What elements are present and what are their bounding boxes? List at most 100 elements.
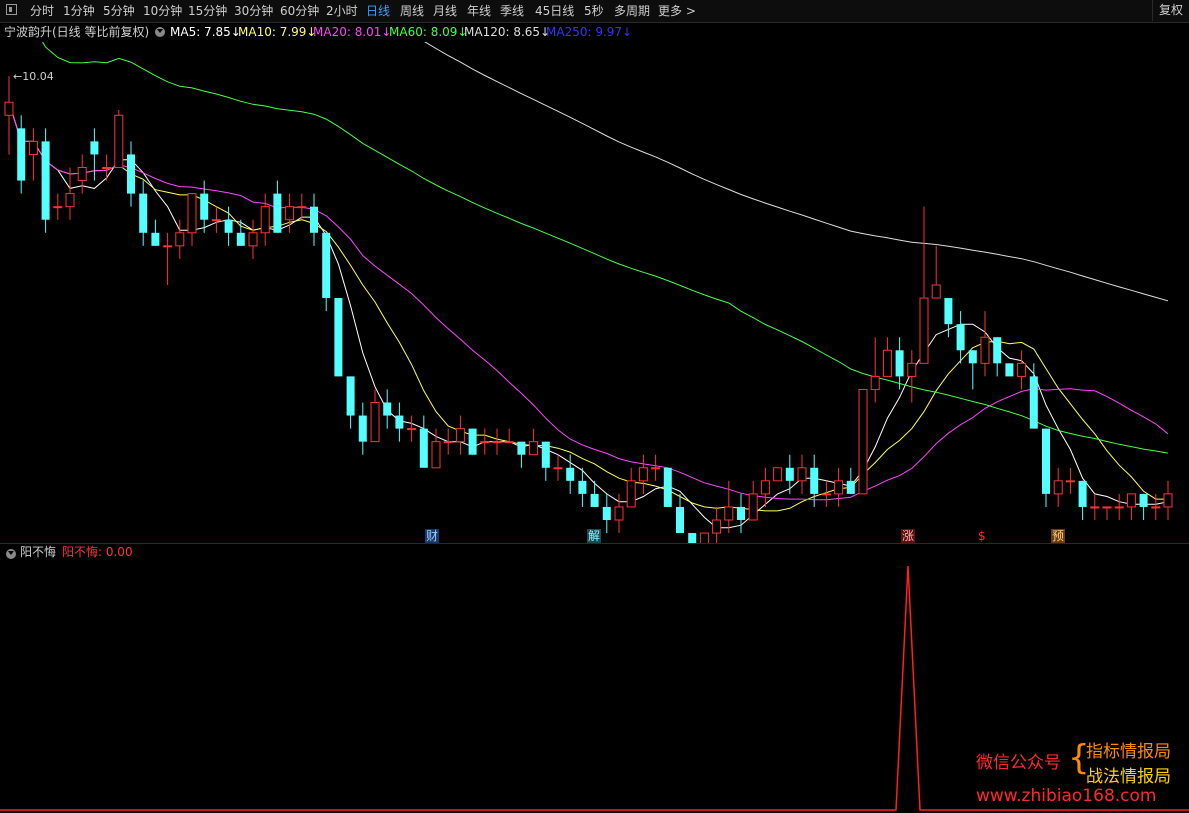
- ma-line-ma20: [8, 102, 1169, 501]
- candle: [968, 350, 977, 390]
- watermark-brand1: 指标情报局: [1086, 742, 1171, 762]
- period-tab-13[interactable]: 45日线: [535, 3, 574, 19]
- period-tab-3[interactable]: 10分钟: [143, 3, 182, 19]
- period-tab-7[interactable]: 2小时: [326, 3, 358, 19]
- candle: [114, 110, 124, 168]
- high-price-label: ←10.04: [13, 70, 54, 83]
- candle: [1029, 363, 1038, 429]
- candle: [895, 337, 904, 390]
- candle: [737, 493, 745, 534]
- candle: [358, 402, 367, 455]
- indicator-value: 阳不悔: 0.00: [62, 545, 133, 559]
- candle: [346, 376, 355, 429]
- candle: [858, 388, 868, 495]
- ma-line-ma60: [42, 42, 1169, 454]
- candle: [919, 206, 929, 364]
- candle: [383, 389, 392, 429]
- candle: [810, 454, 819, 507]
- candle: [956, 311, 965, 364]
- event-marker-4[interactable]: 预: [1051, 529, 1066, 543]
- candle: [297, 193, 307, 220]
- indicator-line: [0, 565, 1189, 811]
- candle: [1042, 428, 1050, 507]
- candle: [211, 206, 221, 233]
- candle: [980, 311, 990, 377]
- period-tab-4[interactable]: 15分钟: [188, 3, 227, 19]
- candle: [638, 454, 648, 494]
- indicator-name: 阳不悔: [20, 545, 57, 559]
- candle: [370, 389, 380, 443]
- candle: [77, 154, 87, 194]
- candle: [310, 193, 318, 246]
- candle: [541, 441, 550, 481]
- candle: [1053, 467, 1063, 507]
- candle: [602, 493, 611, 534]
- candle: [492, 428, 502, 455]
- candle: [419, 415, 428, 468]
- period-tab-11[interactable]: 年线: [467, 3, 491, 19]
- candle: [102, 154, 112, 181]
- period-tab-2[interactable]: 5分钟: [103, 3, 135, 19]
- candle: [407, 415, 417, 442]
- candle: [626, 467, 636, 508]
- candle: [882, 337, 892, 377]
- event-marker-1[interactable]: 解: [587, 529, 602, 543]
- indicator-chart: [0, 565, 1189, 811]
- candle: [443, 428, 453, 455]
- candle: [468, 428, 477, 455]
- period-tab-10[interactable]: 月线: [433, 3, 457, 19]
- event-marker-3[interactable]: $: [977, 529, 987, 543]
- watermark-brand2: 战法情报局: [1086, 767, 1171, 787]
- ma-legend-item-3: MA60: 8.09↓: [389, 25, 468, 39]
- main-info-row: 宁波韵升(日线 等比前复权) MA5: 7.85↓ MA10: 7.99↓ MA20…: [0, 22, 1189, 42]
- candle: [139, 180, 148, 246]
- event-marker-2[interactable]: 涨: [901, 529, 916, 543]
- candle: [651, 454, 661, 481]
- fuquan-button[interactable]: 复权: [1152, 0, 1189, 21]
- candle: [248, 219, 258, 259]
- ma-legend-item-2: MA20: 8.01↓: [313, 25, 392, 39]
- candle: [504, 428, 514, 444]
- candle: [1126, 493, 1136, 520]
- ma-legend-item-4: MA120: 8.65↓: [464, 25, 551, 39]
- period-tab-5[interactable]: 30分钟: [234, 3, 273, 19]
- candle: [699, 532, 709, 543]
- period-tab-16[interactable]: 更多 >: [658, 3, 696, 19]
- candlestick-chart: ←10.04←7.45: [4, 42, 1173, 543]
- candle: [797, 454, 807, 494]
- candle: [151, 219, 160, 246]
- candle: [224, 206, 233, 246]
- ma-legend-item-1: MA10: 7.99↓: [238, 25, 317, 39]
- candle: [260, 193, 270, 246]
- period-tab-15[interactable]: 多周期: [614, 3, 650, 19]
- event-marker-0[interactable]: 财: [425, 529, 440, 543]
- period-toolbar: 分时 1分钟 5分钟 10分钟 15分钟 30分钟 60分钟 2小时 日线 周线 月线 年线 季线 45日…: [0, 0, 1189, 23]
- period-tab-9[interactable]: 周线: [400, 3, 424, 19]
- candle: [480, 428, 490, 455]
- candle: [1078, 480, 1087, 520]
- candle: [1005, 363, 1014, 377]
- period-tab-8[interactable]: 日线: [366, 3, 390, 19]
- candle: [870, 337, 880, 403]
- ma-line-ma5: [8, 102, 1169, 529]
- period-tab-14[interactable]: 5秒: [584, 3, 604, 19]
- period-tab-1[interactable]: 1分钟: [63, 3, 95, 19]
- watermark-url: www.zhibiao168.com: [976, 786, 1157, 806]
- candle: [1114, 493, 1124, 520]
- candle: [28, 128, 38, 181]
- stock-title: 宁波韵升(日线 等比前复权): [4, 25, 150, 39]
- candle: [760, 467, 770, 507]
- candle: [785, 454, 794, 494]
- candle: [773, 467, 783, 482]
- period-tab-12[interactable]: 季线: [500, 3, 524, 19]
- ma-line-ma10: [8, 102, 1168, 512]
- panel-toggle-icon[interactable]: [6, 4, 17, 15]
- candle: [688, 533, 697, 543]
- period-tab-6[interactable]: 60分钟: [280, 3, 319, 19]
- candle: [163, 232, 173, 285]
- candle: [395, 402, 404, 442]
- candle: [931, 245, 941, 299]
- period-tab-0[interactable]: 分时: [30, 3, 54, 19]
- candle: [944, 298, 953, 338]
- candle: [334, 298, 343, 377]
